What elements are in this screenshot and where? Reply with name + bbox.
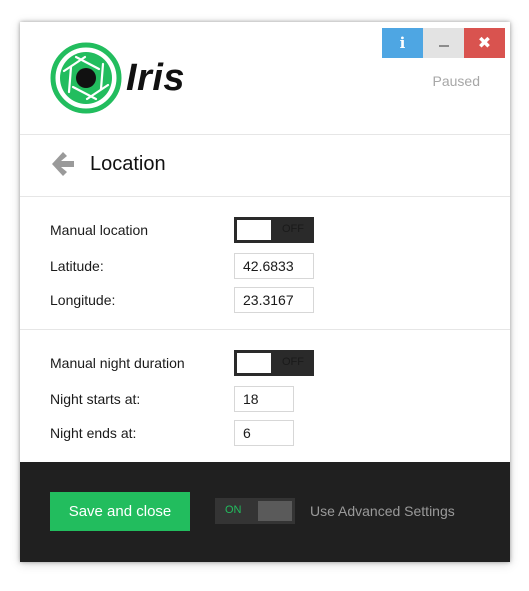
- latitude-input[interactable]: 42.6833: [234, 253, 314, 279]
- advanced-settings-toggle[interactable]: ON: [215, 498, 295, 524]
- latitude-row: Latitude: 42.6833: [50, 253, 314, 279]
- latitude-label: Latitude:: [50, 258, 104, 274]
- info-button[interactable]: i: [382, 28, 423, 58]
- toggle-knob: [237, 220, 271, 240]
- manual-night-toggle[interactable]: OFF: [234, 350, 314, 376]
- longitude-input[interactable]: 23.3167: [234, 287, 314, 313]
- longitude-row: Longitude: 23.3167: [50, 287, 314, 313]
- toggle-knob: [258, 501, 292, 521]
- toggle-state: OFF: [282, 223, 304, 235]
- night-starts-label: Night starts at:: [50, 391, 141, 407]
- app-window: i ✖ Iris Paused Location Manual location…: [20, 22, 510, 562]
- night-starts-input[interactable]: 18: [234, 386, 294, 412]
- window-controls: i ✖: [382, 28, 505, 58]
- night-starts-row: Night starts at: 18: [50, 386, 294, 412]
- advanced-settings-label[interactable]: Use Advanced Settings: [310, 503, 455, 519]
- close-icon: ✖: [477, 35, 492, 52]
- aperture-logo-icon: [50, 42, 122, 114]
- close-button[interactable]: ✖: [464, 28, 505, 58]
- toggle-knob: [237, 353, 271, 373]
- manual-location-label: Manual location: [50, 222, 149, 238]
- manual-night-label: Manual night duration: [50, 355, 185, 371]
- manual-location-row: Manual location OFF: [50, 217, 314, 243]
- section-divider: [20, 329, 510, 330]
- minimize-button[interactable]: [423, 28, 464, 58]
- status-text: Paused: [432, 73, 480, 89]
- longitude-label: Longitude:: [50, 292, 116, 308]
- app-name: Iris: [126, 56, 186, 99]
- night-ends-input[interactable]: 6: [234, 420, 294, 446]
- toggle-state: OFF: [282, 356, 304, 368]
- night-ends-row: Night ends at: 6: [50, 420, 294, 446]
- manual-location-toggle[interactable]: OFF: [234, 217, 314, 243]
- info-icon: i: [399, 34, 406, 52]
- manual-night-row: Manual night duration OFF: [50, 350, 314, 376]
- back-arrow-icon[interactable]: [50, 150, 76, 178]
- title-divider: [20, 196, 510, 197]
- toggle-state: ON: [225, 504, 242, 516]
- page-title: Location: [90, 152, 166, 175]
- header-divider: [20, 134, 510, 135]
- night-ends-label: Night ends at:: [50, 425, 137, 441]
- app-logo: Iris: [50, 42, 185, 114]
- footer-bar: Save and close ON Use Advanced Settings: [20, 462, 510, 562]
- minimize-icon: [438, 45, 449, 47]
- save-and-close-button[interactable]: Save and close: [50, 492, 190, 531]
- page-header: Location: [50, 150, 166, 178]
